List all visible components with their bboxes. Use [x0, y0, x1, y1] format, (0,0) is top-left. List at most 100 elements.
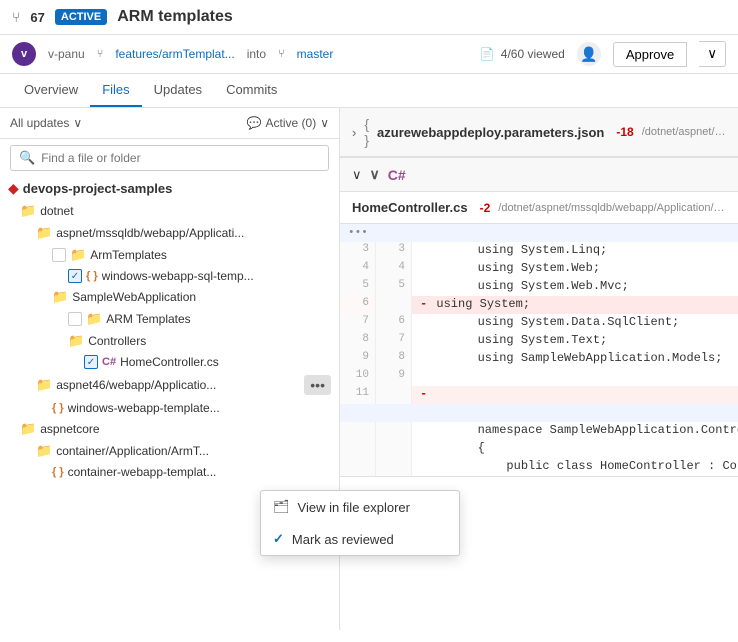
line-content: using System.Web.Mvc; — [412, 278, 738, 296]
list-item[interactable]: ✓ C# HomeController.cs — [0, 352, 339, 372]
list-item[interactable]: 📁 dotnet — [0, 200, 339, 222]
mark-reviewed-item[interactable]: ✓ Mark as reviewed — [261, 523, 340, 555]
list-item[interactable]: 📁 ARM Templates — [0, 308, 339, 330]
old-line-num: 9 — [340, 350, 376, 368]
file-checkbox[interactable]: ✓ — [84, 355, 98, 369]
folder-label: aspnetcore — [40, 422, 99, 436]
line-content: { — [412, 440, 738, 458]
top-bar: ⑂ 67 ACTIVE ARM templates — [0, 0, 738, 35]
diff-row-ns: namespace SampleWebApplication.Contro... — [340, 422, 738, 440]
list-item[interactable]: 📁 container/Application/ArmT... — [0, 440, 339, 462]
file-header-json: › { } azurewebappdeploy.parameters.json … — [340, 108, 738, 157]
diff-row-deleted: 6 - using System; — [340, 296, 738, 314]
mark-reviewed-label: Mark as reviewed — [292, 532, 340, 547]
line-content: using System.Data.SqlClient; — [412, 314, 738, 332]
nav-tabs: Overview Files Updates Commits — [0, 74, 738, 108]
folder-icon: 📁 — [36, 225, 52, 241]
new-line-num: 6 — [376, 314, 412, 332]
folder-label: SampleWebApplication — [72, 290, 196, 304]
diff-row: 7 6 using System.Data.SqlClient; — [340, 314, 738, 332]
folder-icon: 📁 — [70, 247, 86, 263]
old-line-num: 7 — [340, 314, 376, 332]
list-item[interactable]: { } container-webapp-templat... — [0, 462, 339, 482]
comment-icon: 💬 — [247, 116, 262, 130]
expand-icon[interactable]: › — [352, 125, 356, 140]
search-input[interactable] — [41, 151, 320, 165]
cs-file-path: /dotnet/aspnet/mssqldb/webapp/Applicatio… — [498, 202, 726, 214]
folder-icon: 📁 — [68, 333, 84, 349]
folder-label: aspnet46/webapp/Applicatio... — [56, 378, 216, 392]
pr-title: ARM templates — [117, 8, 233, 26]
approve-dropdown[interactable]: ∨ — [699, 41, 726, 67]
new-line-num: 5 — [376, 278, 412, 296]
old-line-num: 8 — [340, 332, 376, 350]
cs-lang-label: C# — [388, 167, 406, 183]
list-item[interactable]: 📁 aspnetcore — [0, 418, 339, 440]
old-line-num — [340, 422, 376, 440]
file-tree: ◆ devops-project-samples 📁 dotnet 📁 aspn… — [0, 177, 339, 630]
branch-to[interactable]: master — [297, 47, 334, 61]
diff-separator2 — [340, 404, 738, 422]
check-icon: ✓ — [273, 531, 284, 547]
folder-icon: 📁 — [36, 443, 52, 459]
tab-updates[interactable]: Updates — [142, 74, 214, 107]
all-updates-label: All updates — [10, 116, 69, 130]
explorer-icon: 🗂 — [273, 499, 290, 515]
context-menu-button[interactable]: ••• — [304, 375, 331, 395]
active-badge: ACTIVE — [55, 9, 107, 25]
list-item[interactable]: 📁 Controllers — [0, 330, 339, 352]
diff-row: 8 7 using System.Text; — [340, 332, 738, 350]
all-updates-dropdown[interactable]: All updates ∨ — [10, 116, 82, 130]
list-item[interactable]: { } windows-webapp-template... — [0, 398, 339, 418]
file-label: HomeController.cs — [120, 355, 219, 369]
list-item[interactable]: 📁 SampleWebApplication — [0, 286, 339, 308]
cs-filename: HomeController.cs — [352, 200, 468, 215]
list-item[interactable]: 📁 aspnet/mssqldb/webapp/Applicati... — [0, 222, 339, 244]
tab-files[interactable]: Files — [90, 74, 141, 107]
tab-commits[interactable]: Commits — [214, 74, 289, 107]
json-file-icon2: { } — [52, 402, 64, 414]
folder-label: aspnet/mssqldb/webapp/Applicati... — [56, 226, 244, 240]
old-line-num: 10 — [340, 368, 376, 386]
old-line-num — [340, 458, 376, 476]
approve-button[interactable]: Approve — [613, 42, 687, 67]
file-label: windows-webapp-template... — [68, 401, 220, 415]
line-content: public class HomeController : Co... — [412, 458, 738, 476]
expand-icon2[interactable]: ∨ — [352, 167, 362, 183]
folder-label: container/Application/ArmT... — [56, 444, 209, 458]
new-line-num: 4 — [376, 260, 412, 278]
active-filter-label: Active (0) — [266, 116, 317, 130]
file-header-cs: ∨ ∨ C# — [340, 158, 738, 192]
list-item[interactable]: 📁 ArmTemplates — [0, 244, 339, 266]
line-content: namespace SampleWebApplication.Contro... — [412, 422, 738, 440]
search-box[interactable]: 🔍 — [10, 145, 329, 171]
comment-filter-dropdown[interactable]: 💬 Active (0) ∨ — [247, 116, 329, 130]
folder-icon: 📁 — [86, 311, 102, 327]
root-folder-label: devops-project-samples — [23, 181, 173, 196]
line-content: using System.Linq; — [412, 242, 738, 260]
main-layout: All updates ∨ 💬 Active (0) ∨ 🔍 ◆ devops-… — [0, 108, 738, 630]
branch-from[interactable]: features/armTemplat... — [115, 47, 234, 61]
file-checkbox[interactable] — [52, 248, 66, 262]
comment-chevron: ∨ — [320, 116, 329, 130]
diff-row: 3 3 using System.Linq; — [340, 242, 738, 260]
view-in-explorer-item[interactable]: 🗂 View in file explorer — [261, 491, 340, 523]
view-in-explorer-label: View in file explorer — [298, 500, 340, 515]
list-item[interactable]: ◆ devops-project-samples — [0, 177, 339, 200]
new-line-num: 9 — [376, 368, 412, 386]
json-file-icon: { } — [86, 270, 98, 282]
new-line-num: 3 — [376, 242, 412, 260]
file-checkbox[interactable]: ✓ — [68, 269, 82, 283]
pr-icon: ⑂ — [12, 9, 20, 25]
lang-cs-icon: ∨ — [370, 166, 380, 183]
tab-overview[interactable]: Overview — [12, 74, 90, 107]
context-menu: 🗂 View in file explorer ✓ Mark as review… — [260, 490, 340, 556]
diff-row: 10 9 — [340, 368, 738, 386]
list-item[interactable]: 📁 aspnet46/webapp/Applicatio... ••• — [0, 372, 339, 398]
list-item[interactable]: ✓ { } windows-webapp-sql-temp... — [0, 266, 339, 286]
folder-label: dotnet — [40, 204, 73, 218]
file-checkbox[interactable] — [68, 312, 82, 326]
file-label: container-webapp-templat... — [68, 465, 217, 479]
new-line-num: 8 — [376, 350, 412, 368]
search-icon: 🔍 — [19, 150, 35, 166]
